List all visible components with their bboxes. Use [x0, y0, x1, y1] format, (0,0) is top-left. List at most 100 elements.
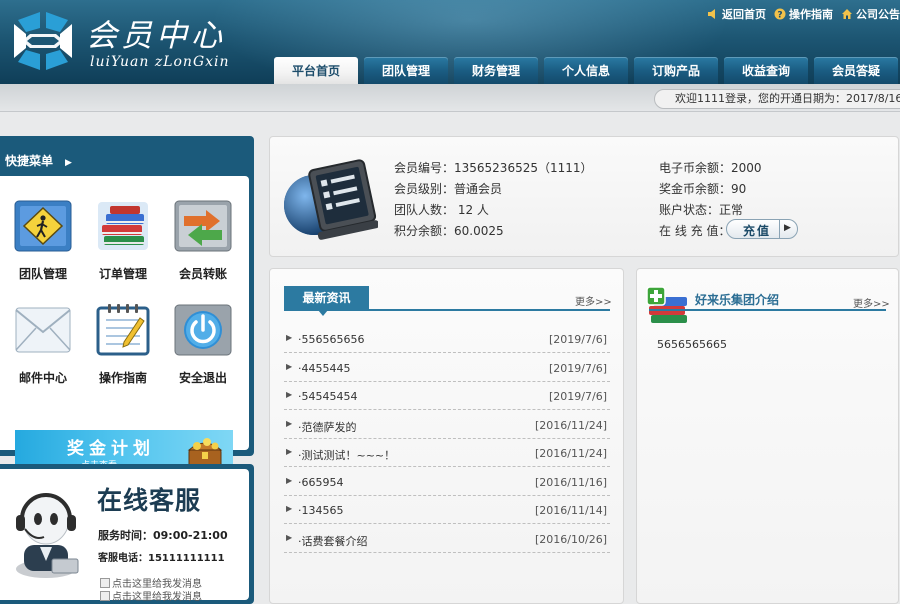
recharge-button-label: 充值 — [743, 224, 772, 238]
monitor-globe-icon — [284, 159, 378, 240]
quick-team-management[interactable]: 团队管理 — [8, 200, 78, 282]
quick-member-transfer-label: 会员转账 — [178, 267, 227, 281]
news-item[interactable]: ▶ ·556565656 [2019/7/6] — [284, 325, 610, 353]
news-item-title: ·4455445 — [298, 362, 351, 375]
company-more-link[interactable]: 更多>> — [853, 295, 890, 310]
quick-mail-center-label: 邮件中心 — [18, 371, 67, 385]
logo-title: 会员中心 — [86, 18, 226, 54]
tab-member-qa[interactable]: 会员答疑 — [814, 57, 898, 84]
home-icon — [842, 9, 852, 19]
news-item[interactable]: ▶ ·话费套餐介绍 [2016/10/26] — [284, 525, 610, 553]
message-me-link-2[interactable]: 点击这里给我发消息 — [100, 588, 202, 603]
latest-news-panel: 最新资讯 更多>> ▶ ·556565656 [2019/7/6] ▶ ·445… — [269, 268, 624, 604]
news-divider — [284, 309, 610, 311]
quick-mail-center[interactable]: 邮件中心 — [8, 304, 78, 386]
news-item-title: ·54545454 — [298, 390, 358, 403]
quick-operation-guide[interactable]: 操作指南 — [88, 304, 158, 386]
news-item[interactable]: ▶ ·665954 [2016/11/16] — [284, 468, 610, 496]
quick-team-management-label: 团队管理 — [18, 267, 67, 281]
triangle-right-icon: ▶ — [784, 223, 791, 233]
company-intro-panel: 好来乐集团介绍 更多>> 5656565665 — [636, 268, 899, 604]
bullet-arrow-icon: ▶ — [286, 533, 293, 542]
news-item-title: ·665954 — [298, 476, 344, 489]
company-intro-text: 5656565665 — [657, 338, 727, 351]
quick-menu-body: 团队管理 订单管理 会员转账 邮件中心 操作指南 安全退出 奖金计划 — [0, 176, 249, 474]
announcement-label: 公司公告 — [856, 8, 900, 21]
news-item-date: [2019/7/6] — [549, 333, 607, 346]
ecoin-balance: 电子币余额：2000 — [659, 161, 762, 175]
quick-safe-logout-label: 安全退出 — [178, 371, 227, 385]
tab-personal-info[interactable]: 个人信息 — [544, 57, 628, 84]
bullet-arrow-icon: ▶ — [286, 476, 293, 485]
transfer-icon — [174, 200, 232, 252]
quick-order-management[interactable]: 订单管理 — [88, 200, 158, 282]
news-item-date: [2016/11/14] — [535, 504, 607, 517]
service-title: 在线客服 — [97, 486, 202, 515]
quick-order-management-label: 订单管理 — [98, 267, 147, 281]
account-status: 账户状态：正常 — [659, 203, 744, 217]
guide-link[interactable]: ? 操作指南 — [774, 6, 833, 22]
quick-menu-panel: 快捷菜单 ▶ 团队管理 订单管理 会员转账 邮件中心 操作指南 安全退出 奖金计… — [0, 136, 254, 474]
member-info-panel: 会员编号：13565236525（1111） 会员级别：普通会员 团队人数： 1… — [269, 136, 899, 257]
power-icon — [174, 304, 232, 356]
welcome-message: 欢迎1111登录，您的开通日期为：2017/8/16 — [654, 89, 900, 109]
bullet-arrow-icon: ▶ — [286, 419, 293, 428]
tab-earnings-query[interactable]: 收益查询 — [724, 57, 808, 84]
back-home-label: 返回首页 — [722, 8, 766, 21]
points-balance: 积分余额：60.0025 — [394, 224, 504, 238]
quick-operation-guide-label: 操作指南 — [98, 371, 147, 385]
news-item-title: ·测试测试！~~~！ — [298, 449, 396, 462]
quick-menu-title: 快捷菜单 — [5, 154, 54, 168]
welcome-bar: 欢迎1111登录，您的开通日期为：2017/8/16 — [0, 84, 900, 112]
member-id: 会员编号：13565236525（1111） — [394, 161, 593, 175]
recharge-button[interactable]: 充值 ▶ — [726, 219, 798, 239]
quick-member-transfer[interactable]: 会员转账 — [168, 200, 238, 282]
news-item-date: [2019/7/6] — [549, 362, 607, 375]
news-item-date: [2016/11/24] — [535, 447, 607, 460]
news-item-title: ·134565 — [298, 504, 344, 517]
news-item-date: [2019/7/6] — [549, 390, 607, 403]
latest-news-title: 最新资讯 — [284, 286, 369, 316]
logo-icon — [14, 12, 72, 70]
company-intro-title: 好来乐集团介绍 — [695, 293, 780, 307]
quick-menu-header: 快捷菜单 ▶ — [5, 152, 72, 169]
news-item-date: [2016/11/24] — [535, 419, 607, 432]
top-links: 返回首页 ? 操作指南 公司公告 — [707, 6, 900, 22]
customer-service-panel: 在线客服 服务时间：09:00-21:00 客服电话：15111111111 点… — [0, 464, 254, 604]
tab-finance-management[interactable]: 财务管理 — [454, 57, 538, 84]
header-bar: 会员中心 luiYuan zLonGxin 返回首页 ? 操作指南 公司公告 平… — [0, 0, 900, 84]
tab-order-products[interactable]: 订购产品 — [634, 57, 718, 84]
broken-image-icon — [100, 577, 110, 588]
news-item[interactable]: ▶ ·54545454 [2019/7/6] — [284, 382, 610, 410]
books-icon — [98, 202, 148, 250]
bullet-arrow-icon: ▶ — [286, 390, 293, 399]
message-me-link-2-label: 点击这里给我发消息 — [112, 592, 202, 603]
news-item[interactable]: ▶ ·测试测试！~~~！ [2016/11/24] — [284, 439, 610, 467]
bullet-arrow-icon: ▶ — [286, 447, 293, 456]
service-hours: 服务时间：09:00-21:00 — [98, 529, 228, 542]
bullet-arrow-icon: ▶ — [286, 362, 293, 371]
tab-platform-home[interactable]: 平台首页 — [274, 57, 358, 84]
team-size: 团队人数： 12 人 — [394, 203, 489, 217]
news-item-title: ·话费套餐介绍 — [298, 535, 368, 548]
news-item-title: ·556565656 — [298, 333, 365, 346]
news-more-link[interactable]: 更多>> — [575, 293, 612, 308]
online-recharge-label: 在 线 充 值： — [659, 224, 731, 238]
customer-service-body: 在线客服 服务时间：09:00-21:00 客服电话：15111111111 点… — [0, 469, 249, 603]
announcement-link[interactable]: 公司公告 — [841, 6, 900, 22]
news-item[interactable]: ▶ ·范德萨发的 [2016/11/24] — [284, 411, 610, 439]
guide-label: 操作指南 — [789, 8, 833, 21]
news-item[interactable]: ▶ ·134565 [2016/11/14] — [284, 496, 610, 524]
news-item-date: [2016/10/26] — [535, 533, 607, 546]
news-item[interactable]: ▶ ·4455445 [2019/7/6] — [284, 354, 610, 382]
tab-team-management[interactable]: 团队管理 — [364, 57, 448, 84]
member-level: 会员级别：普通会员 — [394, 182, 503, 196]
team-management-icon — [14, 200, 72, 252]
back-home-link[interactable]: 返回首页 — [707, 6, 766, 22]
triangle-right-icon: ▶ — [65, 158, 72, 168]
quick-safe-logout[interactable]: 安全退出 — [168, 304, 238, 386]
help-icon: ? — [774, 8, 786, 20]
main-nav-tabs: 平台首页 团队管理 财务管理 个人信息 订购产品 收益查询 会员答疑 — [274, 57, 898, 84]
recharge-button-divider — [779, 220, 780, 238]
books-plus-icon — [646, 286, 687, 323]
